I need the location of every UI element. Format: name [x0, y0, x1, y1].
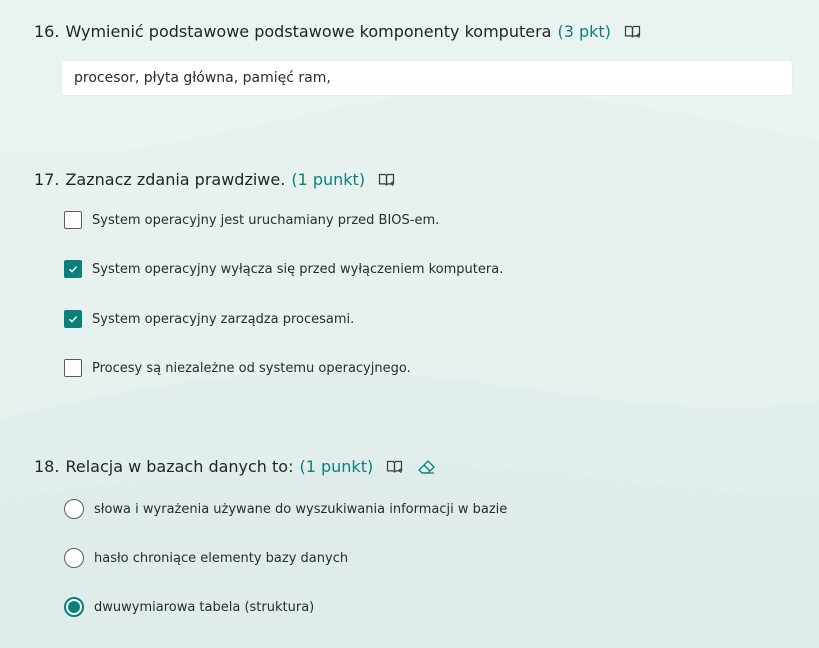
- question-18-title: 18. Relacja w bazach danych to: (1 punkt…: [34, 456, 792, 478]
- question-text: Wymienić podstawowe podstawowe komponent…: [65, 22, 552, 41]
- checkbox-option[interactable]: System operacyjny jest uruchamiany przed…: [64, 211, 439, 229]
- question-18: 18. Relacja w bazach danych to: (1 punkt…: [34, 456, 792, 617]
- radio-option[interactable]: dwuwymiarowa tabela (struktura): [64, 597, 314, 617]
- checkmark-icon: [69, 316, 78, 323]
- immersive-reader-icon[interactable]: [385, 457, 405, 477]
- option-label: Procesy są niezależne od systemu operacy…: [92, 360, 411, 376]
- question-16: 16. Wymienić podstawowe podstawowe kompo…: [34, 21, 792, 95]
- question-text: Zaznacz zdania prawdziwe.: [65, 170, 286, 189]
- radio-selected[interactable]: [64, 597, 84, 617]
- checkbox-option[interactable]: System operacyjny zarządza procesami.: [64, 310, 354, 328]
- question-number: 18.: [34, 457, 60, 476]
- question-text: Relacja w bazach danych to:: [65, 457, 294, 476]
- question-number: 16.: [34, 22, 60, 41]
- checkbox-unchecked[interactable]: [64, 211, 82, 229]
- immersive-reader-icon[interactable]: [377, 170, 397, 190]
- immersive-reader-icon[interactable]: [623, 22, 643, 42]
- eraser-icon[interactable]: [417, 457, 437, 477]
- radio-option[interactable]: słowa i wyrażenia używane do wyszukiwani…: [64, 499, 507, 519]
- question-number: 17.: [34, 170, 60, 189]
- question-17: 17. Zaznacz zdania prawdziwe. (1 punkt) …: [34, 169, 792, 377]
- checkbox-checked[interactable]: [64, 310, 82, 328]
- radio-option[interactable]: hasło chroniące elementy bazy danych: [64, 548, 348, 568]
- question-17-title: 17. Zaznacz zdania prawdziwe. (1 punkt): [34, 169, 792, 191]
- answer-text-field[interactable]: procesor, płyta główna, pamięć ram,: [62, 61, 792, 95]
- option-label: System operacyjny zarządza procesami.: [92, 311, 355, 327]
- radio-unselected[interactable]: [64, 499, 84, 519]
- checkbox-unchecked[interactable]: [64, 359, 82, 377]
- question-16-title: 16. Wymienić podstawowe podstawowe kompo…: [34, 21, 792, 43]
- question-points: (3 pkt): [557, 22, 611, 41]
- option-label: System operacyjny jest uruchamiany przed…: [92, 212, 440, 228]
- option-label: słowa i wyrażenia używane do wyszukiwani…: [94, 501, 508, 517]
- checkbox-option[interactable]: Procesy są niezależne od systemu operacy…: [64, 359, 411, 377]
- checkbox-checked[interactable]: [64, 260, 82, 278]
- option-label: dwuwymiarowa tabela (struktura): [94, 599, 315, 615]
- option-label: hasło chroniące elementy bazy danych: [94, 550, 349, 566]
- radio-unselected[interactable]: [64, 548, 84, 568]
- checkmark-icon: [69, 266, 78, 273]
- radio-dot: [68, 601, 80, 613]
- question-points: (1 punkt): [291, 170, 366, 189]
- option-label: System operacyjny wyłącza się przed wyłą…: [92, 261, 504, 277]
- question-points: (1 punkt): [299, 457, 374, 476]
- checkbox-option[interactable]: System operacyjny wyłącza się przed wyłą…: [64, 260, 503, 278]
